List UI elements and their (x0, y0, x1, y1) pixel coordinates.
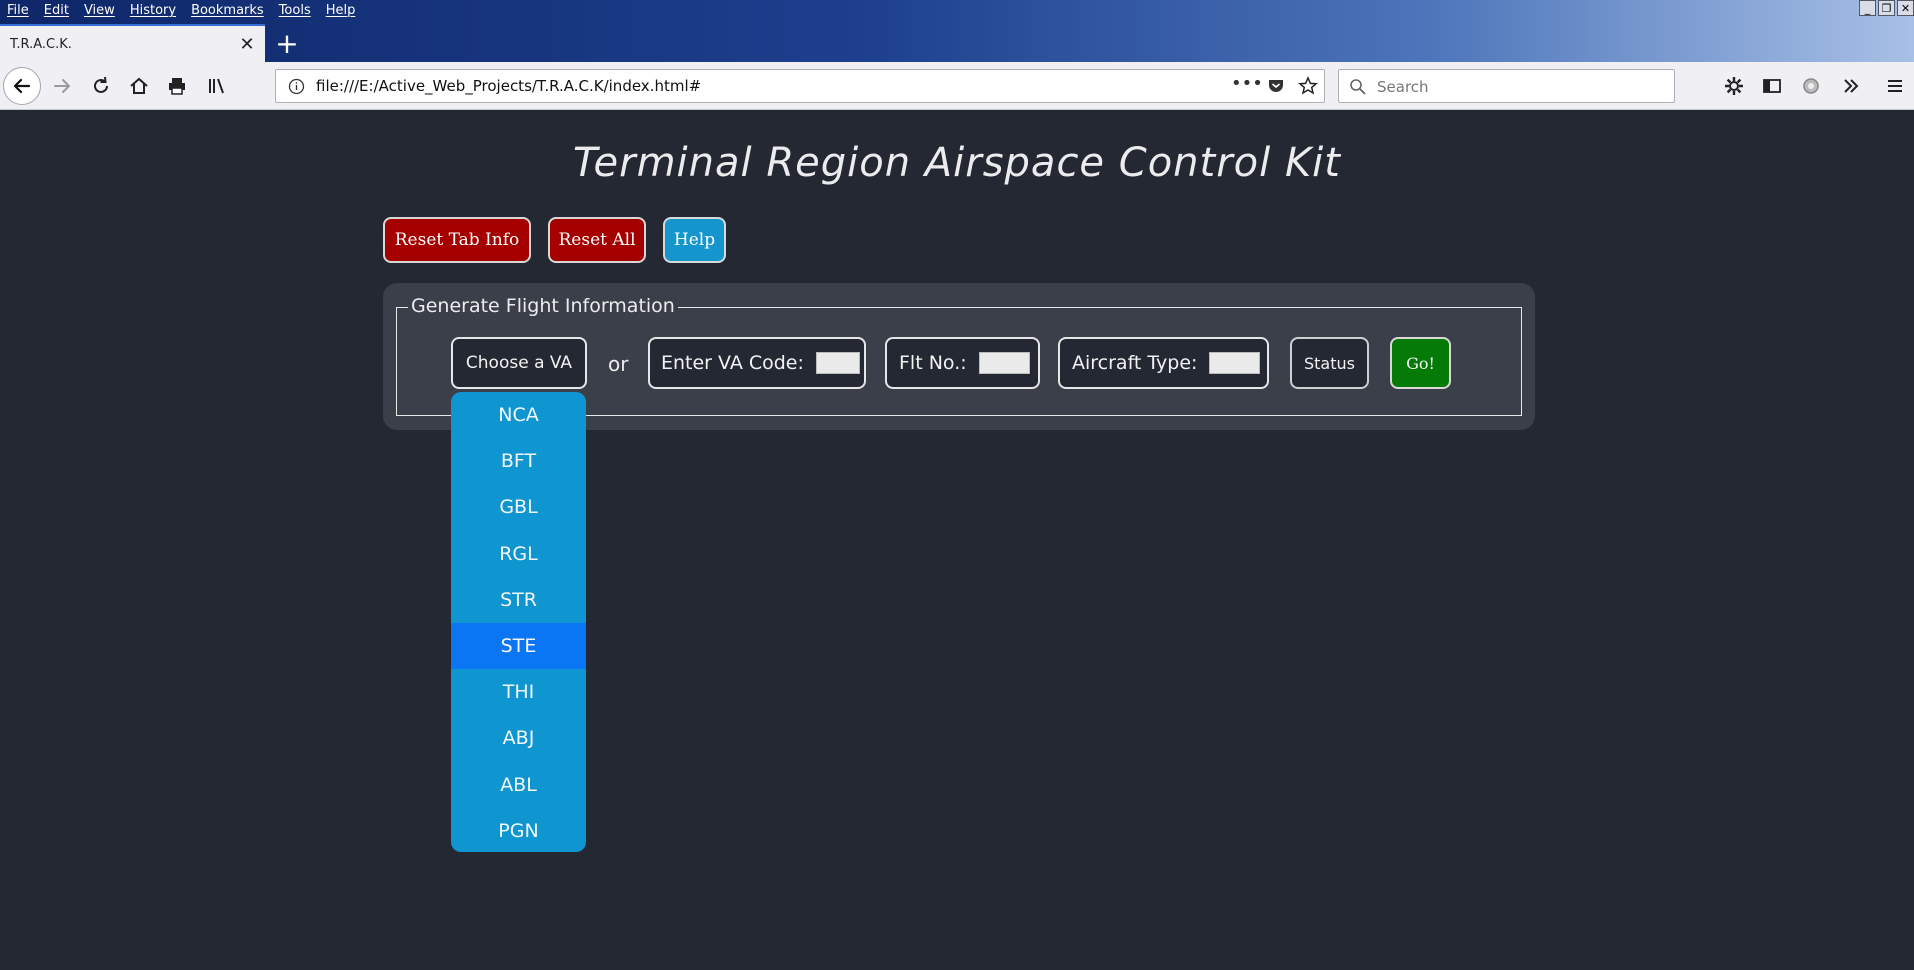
tab-title: T.R.A.C.K. (10, 36, 72, 52)
browser-titlebar: File Edit View History Bookmarks Tools H… (0, 0, 1914, 62)
menu-history[interactable]: History (123, 0, 184, 20)
menu-edit[interactable]: Edit (37, 0, 77, 20)
home-icon[interactable] (125, 72, 153, 100)
menu-tools[interactable]: Tools (272, 0, 319, 20)
menu-view[interactable]: View (77, 0, 123, 20)
gear-icon[interactable] (1720, 72, 1748, 100)
new-tab-icon[interactable]: + (265, 24, 309, 62)
menu-bookmarks[interactable]: Bookmarks (184, 0, 272, 20)
aircraft-type-label: Aircraft Type: (1072, 352, 1198, 374)
sidebar-icon[interactable] (1758, 72, 1786, 100)
va-code-group: Enter VA Code: (648, 337, 866, 389)
tab-strip: T.R.A.C.K. ✕ + (0, 24, 309, 62)
window-controls: _ ❐ ✕ (1859, 0, 1914, 16)
flt-no-input[interactable] (978, 352, 1030, 374)
help-button[interactable]: Help (663, 217, 726, 263)
restore-icon[interactable]: ❐ (1878, 0, 1895, 16)
flt-no-label: Flt No.: (899, 352, 967, 374)
menu-help[interactable]: Help (319, 0, 364, 20)
va-option-ste[interactable]: STE (451, 622, 586, 670)
go-button[interactable]: Go! (1390, 337, 1451, 389)
reset-tab-info-button[interactable]: Reset Tab Info (383, 217, 531, 263)
info-icon[interactable] (288, 78, 305, 95)
hamburger-menu-icon[interactable] (1881, 72, 1909, 100)
browser-tab[interactable]: T.R.A.C.K. ✕ (0, 24, 265, 62)
va-option-str[interactable]: STR (451, 577, 586, 623)
close-window-icon[interactable]: ✕ (1897, 0, 1914, 16)
or-text: or (608, 352, 629, 376)
va-dropdown-menu: NCA BFT GBL RGL STR STE THI ABJ ABL PGN (451, 392, 586, 852)
va-option-pgn[interactable]: PGN (451, 808, 586, 852)
back-arrow-icon (13, 78, 31, 94)
va-code-label: Enter VA Code: (661, 352, 804, 374)
va-option-thi[interactable]: THI (451, 669, 586, 715)
va-option-abj[interactable]: ABJ (451, 715, 586, 761)
library-icon[interactable] (203, 72, 231, 100)
minimize-icon[interactable]: _ (1859, 0, 1876, 16)
va-option-rgl[interactable]: RGL (451, 531, 586, 577)
forward-arrow-icon[interactable] (48, 72, 76, 100)
va-code-input[interactable] (815, 352, 860, 374)
va-option-bft[interactable]: BFT (451, 438, 586, 484)
page-title: Terminal Region Airspace Control Kit (573, 140, 1341, 186)
overflow-chevron-icon[interactable] (1837, 72, 1865, 100)
flt-no-group: Flt No.: (885, 337, 1040, 389)
pocket-icon[interactable] (1267, 77, 1285, 95)
tab-close-icon[interactable]: ✕ (237, 34, 257, 55)
va-option-gbl[interactable]: GBL (451, 484, 586, 530)
va-option-nca[interactable]: NCA (451, 392, 586, 438)
reset-all-button[interactable]: Reset All (548, 217, 646, 263)
navigation-toolbar: file:///E:/Active_Web_Projects/T.R.A.C.K… (0, 62, 1914, 110)
va-option-abl[interactable]: ABL (451, 762, 586, 808)
print-icon[interactable] (163, 72, 191, 100)
extension-icon[interactable] (1797, 72, 1825, 100)
aircraft-type-group: Aircraft Type: (1058, 337, 1269, 389)
url-bar[interactable]: file:///E:/Active_Web_Projects/T.R.A.C.K… (275, 69, 1325, 103)
back-button[interactable] (3, 67, 41, 105)
page-actions-icon[interactable]: ••• (1231, 73, 1263, 94)
search-placeholder: Search (1377, 78, 1429, 96)
menu-file[interactable]: File (0, 0, 37, 20)
fieldset-legend: Generate Flight Information (408, 295, 678, 317)
search-icon (1350, 79, 1366, 95)
bookmark-star-icon[interactable] (1298, 76, 1318, 96)
aircraft-type-input[interactable] (1209, 352, 1261, 374)
choose-va-button[interactable]: Choose a VA (451, 337, 587, 389)
url-text: file:///E:/Active_Web_Projects/T.R.A.C.K… (316, 77, 702, 95)
status-button[interactable]: Status (1290, 337, 1369, 389)
reload-icon[interactable] (87, 72, 115, 100)
menu-bar: File Edit View History Bookmarks Tools H… (0, 0, 363, 20)
search-bar[interactable]: Search (1338, 69, 1675, 103)
